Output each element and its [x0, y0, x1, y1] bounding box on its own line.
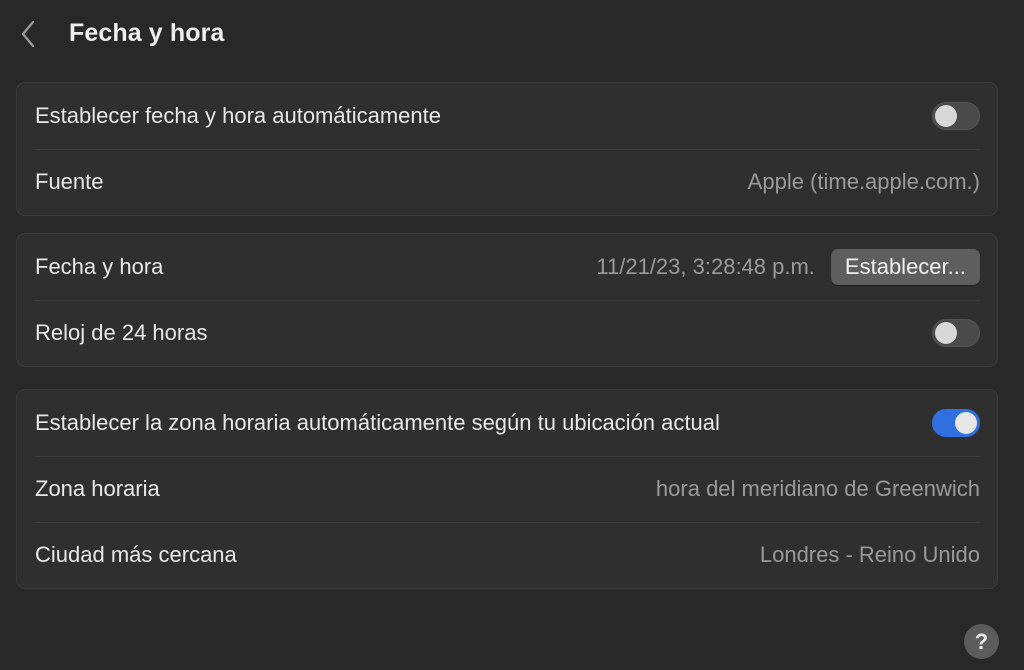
auto-time-zone-row: Establecer la zona horaria automáticamen… — [17, 390, 997, 456]
auto-time-zone-toggle[interactable] — [932, 409, 980, 437]
date-time-group: Fecha y hora 11/21/23, 3:28:48 p.m. Esta… — [16, 233, 998, 367]
24-hour-clock-row: Reloj de 24 horas — [17, 300, 997, 366]
toggle-knob — [935, 322, 957, 344]
time-zone-row: Zona horaria hora del meridiano de Green… — [17, 456, 997, 522]
auto-date-time-row: Establecer fecha y hora automáticamente — [17, 83, 997, 149]
back-button[interactable] — [14, 18, 42, 50]
time-zone-value: hora del meridiano de Greenwich — [655, 476, 980, 501]
source-label: Fuente — [35, 169, 104, 194]
help-button[interactable]: ? — [964, 624, 999, 659]
closest-city-value: Londres - Reino Unido — [759, 542, 980, 567]
toggle-knob — [955, 412, 977, 434]
date-time-row: Fecha y hora 11/21/23, 3:28:48 p.m. Esta… — [17, 234, 997, 300]
auto-date-time-label: Establecer fecha y hora automáticamente — [35, 103, 442, 128]
auto-time-zone-label: Establecer la zona horaria automáticamen… — [35, 410, 720, 435]
settings-page: Fecha y hora Establecer fecha y hora aut… — [0, 0, 1024, 670]
closest-city-label: Ciudad más cercana — [35, 542, 237, 567]
date-time-value: 11/21/23, 3:28:48 p.m. — [596, 254, 815, 279]
time-zone-group: Establecer la zona horaria automáticamen… — [16, 389, 998, 589]
set-date-time-button[interactable]: Establecer... — [830, 249, 980, 285]
page-title: Fecha y hora — [69, 19, 225, 47]
toggle-knob — [935, 105, 957, 127]
closest-city-row: Ciudad más cercana Londres - Reino Unido — [17, 522, 997, 588]
source-value: Apple (time.apple.com.) — [747, 169, 980, 194]
help-icon: ? — [974, 628, 989, 654]
date-time-controls: 11/21/23, 3:28:48 p.m. Establecer... — [596, 249, 980, 285]
header: Fecha y hora — [0, 0, 1024, 70]
auto-date-time-toggle[interactable] — [932, 102, 980, 130]
time-zone-label: Zona horaria — [35, 476, 160, 501]
24-hour-clock-toggle[interactable] — [932, 319, 980, 347]
chevron-left-icon — [21, 20, 35, 48]
date-time-label: Fecha y hora — [35, 254, 164, 279]
24-hour-clock-label: Reloj de 24 horas — [35, 320, 208, 345]
auto-time-group: Establecer fecha y hora automáticamente … — [16, 82, 998, 216]
source-row: Fuente Apple (time.apple.com.) — [17, 149, 997, 215]
